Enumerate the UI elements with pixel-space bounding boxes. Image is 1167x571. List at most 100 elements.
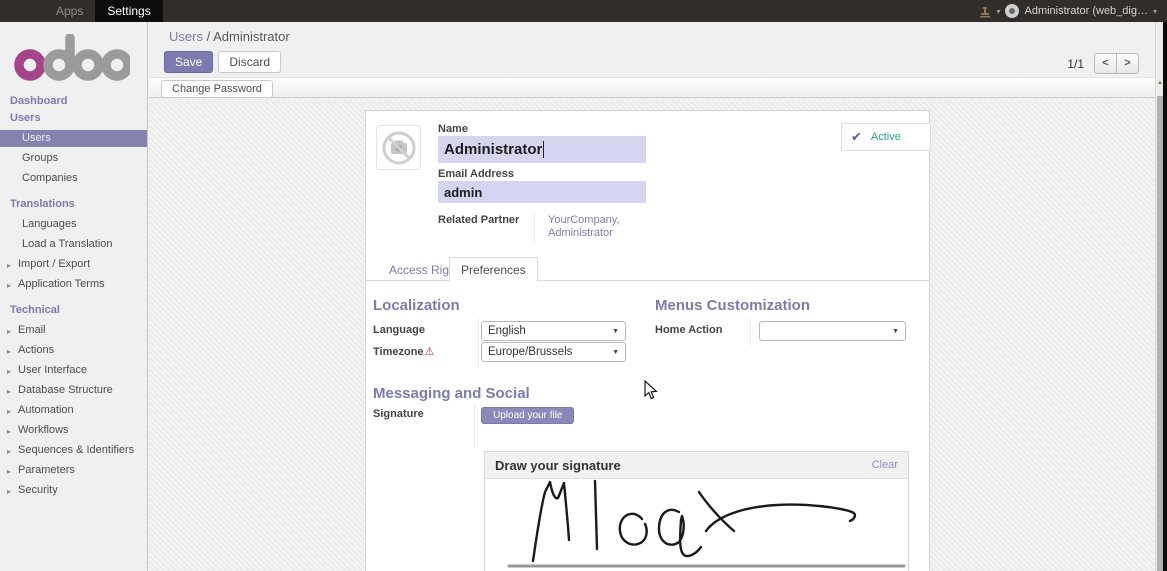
field-divider	[474, 404, 475, 448]
expand-arrow-icon: ▸	[7, 259, 11, 272]
email-input[interactable]: admin	[438, 181, 646, 203]
timezone-value: Europe/Brussels	[488, 346, 608, 358]
signature-pad-header: Draw your signature Clear	[485, 452, 908, 479]
pager-next-button[interactable]: >	[1116, 53, 1139, 74]
expand-arrow-icon: ▸	[7, 485, 11, 498]
expand-arrow-icon: ▸	[7, 425, 11, 438]
sidebar-item-label: Parameters	[18, 464, 75, 476]
expand-arrow-icon: ▸	[7, 385, 11, 398]
sidebar-menu: Dashboard Users Users Groups Companies T…	[0, 93, 147, 499]
sidebar-item-workflows[interactable]: ▸Workflows	[0, 422, 147, 439]
signature-pad-title: Draw your signature	[495, 458, 621, 473]
sidebar-item-users[interactable]: Users	[0, 130, 147, 147]
name-value: Administrator	[444, 141, 542, 158]
sidebar-item-label: Security	[18, 484, 58, 496]
sidebar-item-label: Import / Export	[18, 258, 90, 270]
signature-drawing	[485, 479, 910, 571]
vertical-scrollbar: ▲	[1155, 22, 1163, 571]
expand-arrow-icon: ▸	[7, 325, 11, 338]
pager-count: 1/1	[1067, 57, 1084, 71]
user-image-placeholder[interactable]	[376, 125, 421, 170]
statusbar: Change Password	[149, 77, 1155, 98]
breadcrumb: Users / Administrator	[169, 29, 290, 44]
expand-arrow-icon: ▸	[7, 445, 11, 458]
main-area: Users / Administrator Save Discard 1/1 <…	[149, 22, 1155, 571]
expand-arrow-icon: ▸	[7, 365, 11, 378]
form-view-background: Name Administrator ✔ Active Email Addres…	[149, 100, 1155, 571]
save-button[interactable]: Save	[164, 51, 213, 73]
timezone-label: Timezone⚠	[373, 345, 434, 358]
sidebar-item-email[interactable]: ▸ Email	[0, 322, 147, 339]
field-divider	[478, 318, 479, 366]
form-buttons: Save Discard	[164, 51, 281, 73]
home-action-select[interactable]: ▼	[759, 321, 906, 341]
sidebar-item-automation[interactable]: ▸Automation	[0, 402, 147, 419]
odoo-logo[interactable]	[14, 34, 147, 87]
sidebar-item-user-interface[interactable]: ▸User Interface	[0, 362, 147, 379]
active-label: Active	[871, 131, 901, 143]
sidebar: Dashboard Users Users Groups Companies T…	[0, 22, 148, 571]
sidebar-item-companies[interactable]: Companies	[0, 170, 147, 187]
sidebar-item-import-export[interactable]: ▸ Import / Export	[0, 256, 147, 273]
select-caret-icon: ▼	[612, 328, 619, 335]
topbar-menu: Apps Settings	[44, 0, 163, 22]
menu-settings[interactable]: Settings	[95, 0, 162, 22]
sidebar-item-security[interactable]: ▸ Security	[0, 482, 147, 499]
messaging-heading: Messaging and Social	[373, 385, 530, 402]
related-partner-line2: Administrator	[548, 227, 648, 240]
sidebar-item-parameters[interactable]: ▸ Parameters	[0, 462, 147, 479]
sidebar-item-actions[interactable]: ▸Actions	[0, 342, 147, 359]
name-input[interactable]: Administrator	[438, 136, 646, 163]
localization-heading: Localization	[373, 297, 460, 314]
language-value: English	[488, 325, 608, 337]
breadcrumb-users-link[interactable]: Users	[169, 29, 203, 44]
expand-arrow-icon: ▸	[7, 465, 11, 478]
sidebar-section-translations[interactable]: Translations	[0, 196, 147, 213]
user-menu-label[interactable]: Administrator (web_dig…	[1024, 5, 1148, 17]
sidebar-item-database-structure[interactable]: ▸ Database Structure	[0, 382, 147, 399]
related-partner-link[interactable]: YourCompany, Administrator	[548, 214, 648, 240]
sidebar-item-dashboard[interactable]: Dashboard	[0, 93, 147, 110]
tab-preferences[interactable]: Preferences	[449, 257, 538, 282]
pager-prev-button[interactable]: <	[1094, 53, 1117, 74]
expand-arrow-icon: ▸	[7, 279, 11, 292]
timezone-label-text: Timezone	[373, 346, 424, 358]
signature-pad: Draw your signature Clear	[484, 451, 909, 571]
user-menu-caret-icon[interactable]: ▾	[1153, 7, 1157, 16]
breadcrumb-current: Administrator	[213, 29, 290, 44]
change-password-button[interactable]: Change Password	[161, 80, 273, 98]
sidebar-item-sequences-identifiers[interactable]: ▸Sequences & Identifiers	[0, 442, 147, 459]
signature-clear-link[interactable]: Clear	[872, 459, 898, 471]
upload-file-button[interactable]: Upload your file	[481, 407, 574, 424]
pager: 1/1 < >	[1067, 53, 1139, 74]
checkmark-icon: ✔	[851, 129, 862, 145]
topbar: Apps Settings ▾ Administrator (web_dig… …	[0, 0, 1167, 22]
language-select[interactable]: English ▼	[481, 321, 626, 341]
sidebar-item-label: Email	[18, 324, 46, 336]
instance-menu-icon[interactable]	[979, 5, 991, 17]
timezone-select[interactable]: Europe/Brussels ▼	[481, 342, 626, 362]
signature-label: Signature	[373, 408, 424, 420]
menus-customization-heading: Menus Customization	[655, 297, 810, 314]
sidebar-item-label: Database Structure	[18, 384, 113, 396]
topbar-systray: ▾ Administrator (web_dig… ▾	[979, 0, 1157, 22]
sidebar-item-label: Automation	[18, 404, 74, 416]
sidebar-item-label: Application Terms	[18, 278, 105, 290]
email-label: Email Address	[438, 168, 514, 180]
sidebar-section-technical[interactable]: Technical	[0, 302, 147, 319]
sidebar-item-languages[interactable]: Languages	[0, 216, 147, 233]
discard-button[interactable]: Discard	[218, 51, 281, 73]
menu-apps[interactable]: Apps	[44, 0, 95, 22]
active-checkbox[interactable]: ✔ Active	[841, 123, 931, 151]
no-camera-icon	[380, 129, 418, 167]
text-cursor	[543, 141, 544, 158]
expand-arrow-icon: ▸	[7, 345, 11, 358]
email-value: admin	[444, 185, 482, 200]
user-avatar[interactable]	[1005, 4, 1019, 18]
signature-canvas[interactable]	[485, 479, 908, 571]
sidebar-section-users[interactable]: Users	[0, 110, 147, 127]
sidebar-item-application-terms[interactable]: ▸ Application Terms	[0, 276, 147, 293]
sidebar-item-groups[interactable]: Groups	[0, 150, 147, 167]
systray-caret-icon[interactable]: ▾	[996, 7, 1000, 16]
sidebar-item-load-a-translation[interactable]: Load a Translation	[0, 236, 147, 253]
